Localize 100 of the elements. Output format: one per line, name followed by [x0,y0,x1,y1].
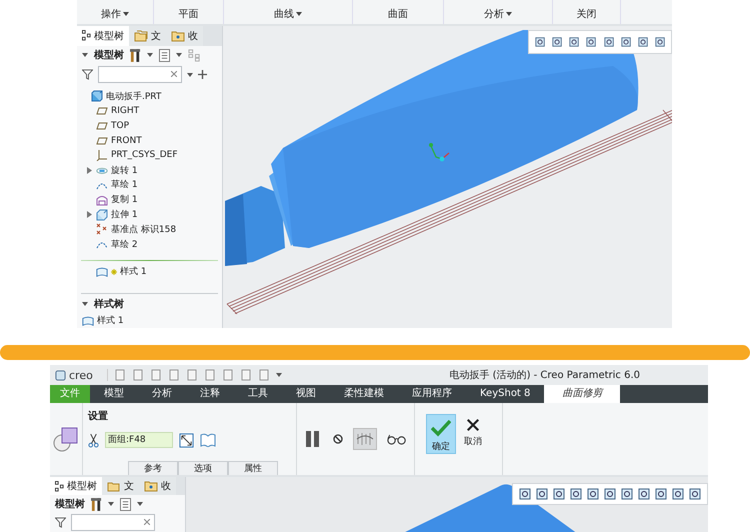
quick-access-icon[interactable] [186,369,198,381]
close-icon [466,418,480,432]
menu-tab[interactable]: 柔性建模 [330,385,398,403]
menu-tab[interactable]: 应用程序 [398,385,466,403]
ribbon-group-label[interactable]: 曲面 [388,7,408,21]
prohibit-icon[interactable] [330,432,344,446]
asterisk-icon [111,268,117,275]
folder-icon [134,30,148,42]
caret-icon[interactable] [108,502,114,506]
view-tool-icon[interactable] [654,36,665,48]
tree-item[interactable]: TOP [111,120,130,131]
view-tool-icon[interactable] [570,488,582,500]
scissors-icon[interactable] [88,432,99,448]
menu-tab[interactable]: 视图 [282,385,330,403]
quick-access-icon[interactable] [114,369,126,381]
view-tool-icon[interactable] [587,488,599,500]
view-tool-icon[interactable] [620,36,631,48]
ribbon-group-label[interactable]: 关闭 [576,7,596,21]
search-field[interactable] [71,514,155,532]
ribbon-group-label[interactable]: 平面 [178,7,198,21]
ribbon-group-label[interactable]: 曲线 [274,7,302,21]
view-tool-icon[interactable] [535,36,546,48]
view-tool-icon[interactable] [689,488,701,500]
quick-access-icon[interactable] [258,369,270,381]
tree-item[interactable]: 样式 1 [97,314,124,328]
quick-access-icon[interactable] [168,369,180,381]
quick-access-icon[interactable] [150,369,162,381]
tree-item[interactable]: 旋转 1 [111,164,138,177]
menu-tab[interactable]: 模型 [90,385,138,403]
plane-icon [96,120,108,132]
view-tool-icon[interactable] [638,36,648,48]
panel-tab[interactable]: 模型树 [77,26,129,46]
view-tool-icon[interactable] [672,488,684,500]
preview-icon[interactable] [352,428,376,450]
panel-tab[interactable]: 参考 [128,461,178,475]
tree-item[interactable]: 草绘 2 [111,238,138,251]
clear-icon[interactable] [144,519,150,526]
ok-button[interactable]: 确定 [426,414,456,454]
caret-icon[interactable] [276,373,282,377]
view-tool-icon[interactable] [536,488,548,500]
list-icon[interactable] [159,48,170,62]
search-field[interactable] [98,66,182,84]
menu-tab[interactable]: 曲面修剪 [544,385,620,403]
add-icon[interactable] [198,70,207,80]
caret-icon[interactable] [137,502,143,506]
filter-icon[interactable] [82,69,93,80]
view-tool-icon[interactable] [519,488,531,500]
caret-icon[interactable] [187,72,193,77]
ribbon-group-label[interactable]: 分析 [484,7,512,21]
quick-access-icon[interactable] [204,369,216,381]
panel-tab[interactable]: 选项 [178,461,228,475]
tree-item[interactable]: RIGHT [111,106,140,116]
view-tool-icon[interactable] [621,488,633,500]
menu-tab[interactable]: KeyShot 8 [466,385,544,403]
ribbon-group-label[interactable]: 操作 [101,7,129,21]
expand-arrow-icon[interactable] [87,211,92,218]
view-tool-icon[interactable] [586,36,596,48]
view-tool-icon[interactable] [569,36,580,48]
panel-tab[interactable]: 收 [166,26,203,46]
filter-icon[interactable] [55,517,66,528]
quick-access-icon[interactable] [222,369,234,381]
caret-icon [506,12,512,16]
panel-tab[interactable]: 属性 [228,461,278,475]
tree-item[interactable]: FRONT [111,136,142,146]
menu-tab[interactable]: 注释 [186,385,234,403]
tree-item[interactable]: 拉伸 1 [111,208,138,221]
collapse-icon[interactable] [82,302,88,306]
quick-access-icon[interactable] [240,369,252,381]
menu-tab[interactable]: 工具 [234,385,282,403]
caret-icon[interactable] [147,53,153,58]
trim-object-field[interactable]: 面组:F48 [105,432,173,448]
tools-icon[interactable] [91,496,102,512]
collapse-icon[interactable] [82,53,88,58]
panel-tab[interactable]: 文 [102,477,139,496]
tree-item[interactable]: 复制 1 [111,193,138,206]
expand-arrow-icon[interactable] [87,166,92,174]
panel-tab[interactable]: 收 [139,477,176,496]
tree-item[interactable]: 电动扳手.PRT [106,90,162,103]
menu-tab[interactable]: 分析 [138,385,186,403]
tree-item[interactable]: 草绘 1 [111,178,138,192]
flip-icon[interactable] [179,432,194,448]
quick-access-icon[interactable] [132,369,144,381]
tree-item[interactable]: 样式 1 [120,265,147,278]
tree-item[interactable]: PRT_CSYS_DEF [111,150,178,160]
tools-icon[interactable] [130,48,141,63]
view-tool-icon[interactable] [553,488,565,500]
view-tool-icon[interactable] [552,36,562,48]
view-tool-icon[interactable] [638,488,650,500]
cancel-button[interactable]: 取消 [458,414,488,454]
panel-tab[interactable]: 模型树 [50,477,102,496]
clear-icon[interactable] [171,71,177,78]
panel-tab[interactable]: 文 [129,26,166,46]
book-icon[interactable] [200,433,216,447]
list-icon[interactable] [120,498,131,511]
caret-icon[interactable] [176,53,182,58]
tree-item[interactable]: 基准点 标识158 [111,222,176,236]
view-tool-icon[interactable] [655,488,667,500]
view-tool-icon[interactable] [604,36,614,48]
view-tool-icon[interactable] [604,488,616,500]
surface-icon [96,194,108,206]
